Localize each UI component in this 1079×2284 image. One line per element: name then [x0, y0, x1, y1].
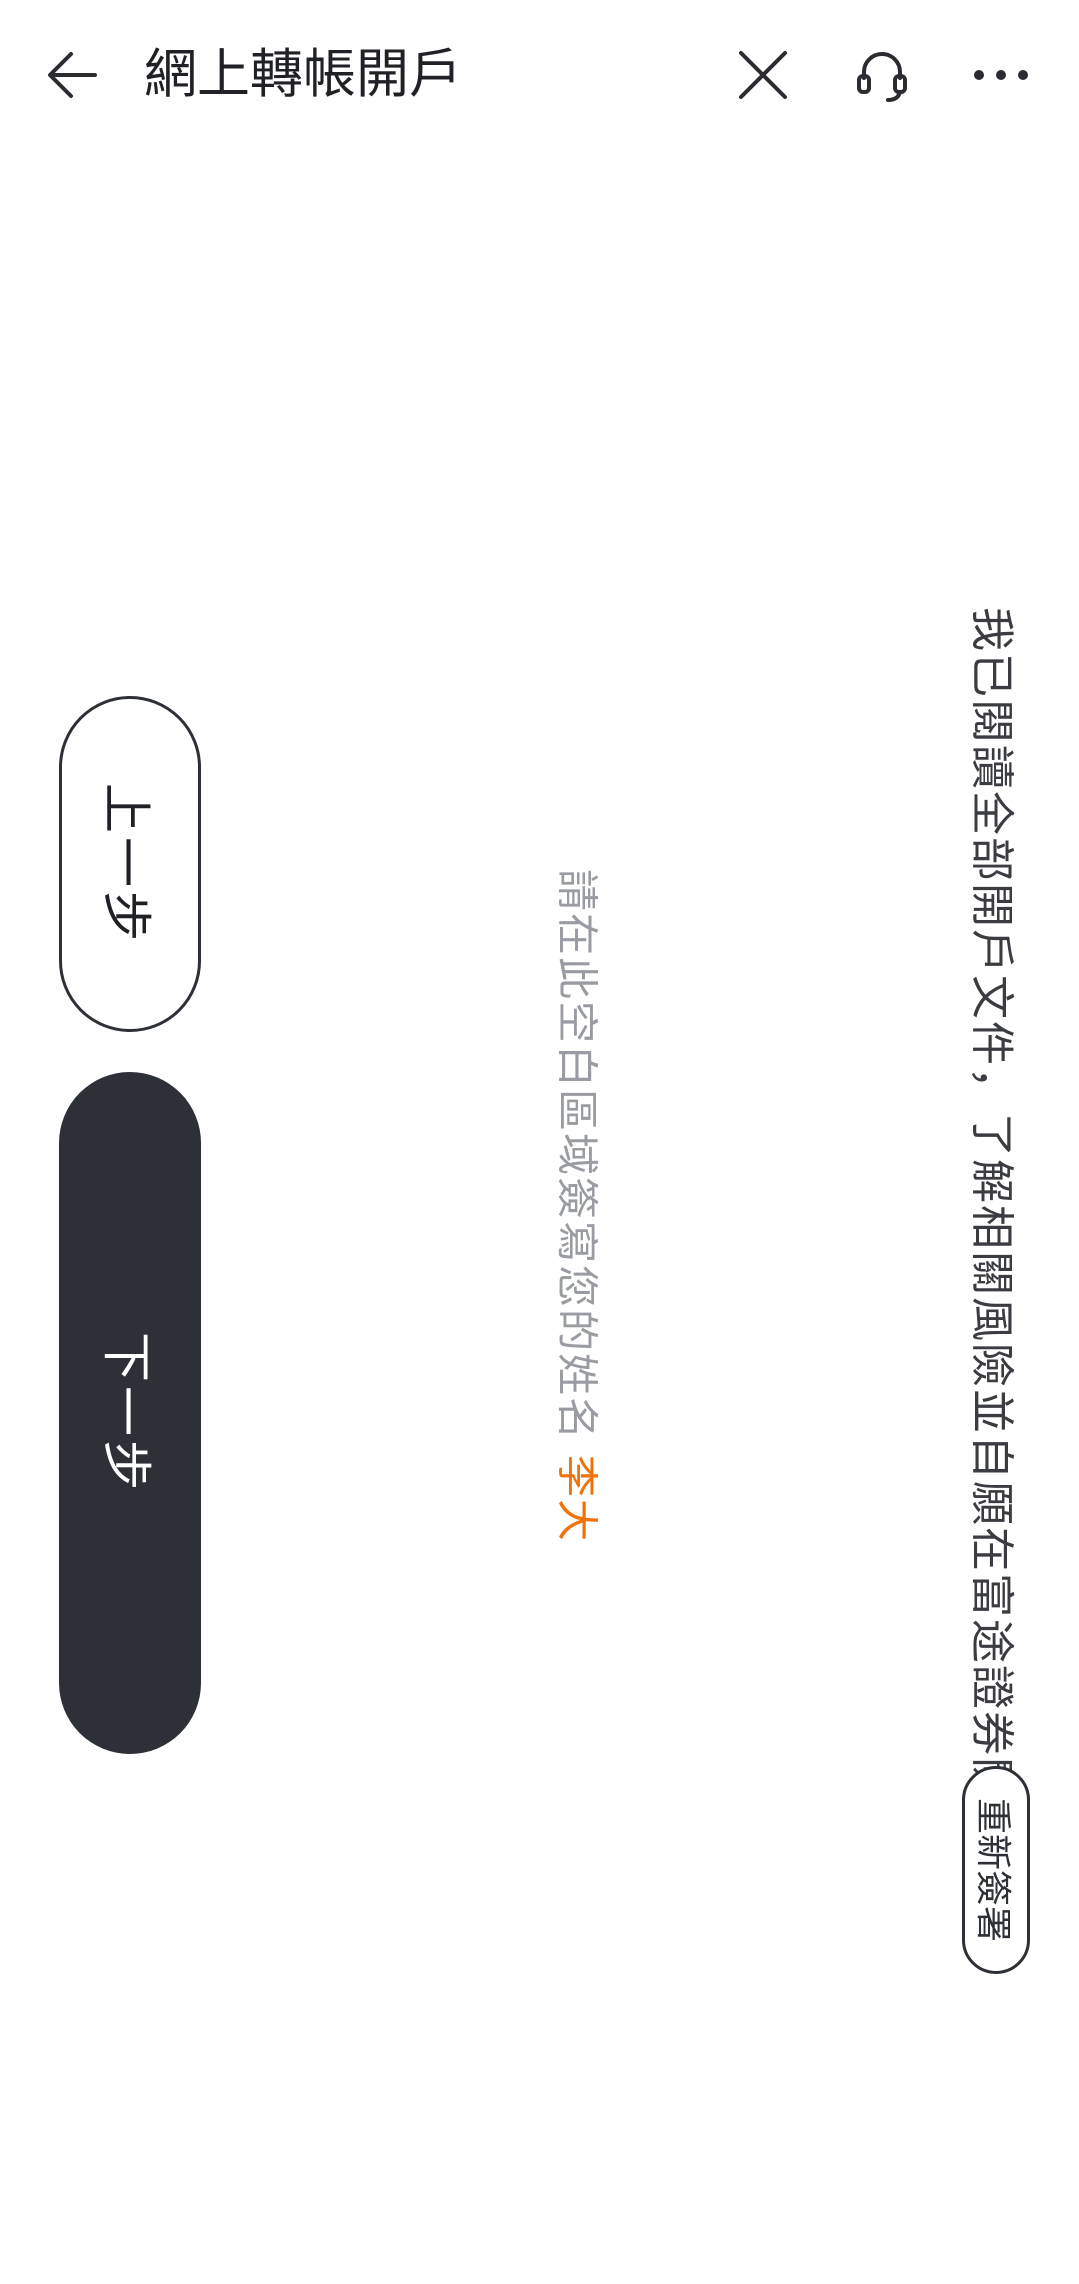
signature-hint: 請在此空白區域簽寫您的姓名 [552, 868, 602, 1441]
arrow-left-icon [48, 52, 97, 98]
top-bar: 網上轉帳開戶 [0, 0, 1079, 150]
resign-button[interactable]: 重新簽署 [962, 1766, 1030, 1974]
signature-name: 李大 [552, 1455, 602, 1544]
agreement-statement: 我已閱讀全部開戶文件，了解相關風險並自願在富途證券開戶 [966, 607, 1017, 1849]
headset-icon [857, 52, 907, 102]
signature-page: 網上轉帳開戶 我已閱讀全部開戶文件，了解相關風險並自願在富途證券開戶 重新簽署 [0, 0, 1079, 2284]
more-button[interactable] [966, 40, 1036, 110]
back-button[interactable] [38, 40, 108, 110]
more-dots-icon [974, 70, 1028, 80]
previous-step-button[interactable]: 上一步 [59, 696, 201, 1032]
page-title: 網上轉帳開戶 [144, 44, 462, 105]
close-button[interactable] [728, 40, 798, 110]
signature-area[interactable]: 請在此空白區域簽寫您的姓名李大 [550, 869, 611, 1543]
customer-support-button[interactable] [846, 38, 918, 110]
next-step-button[interactable]: 下一步 [59, 1072, 201, 1754]
close-icon [739, 51, 787, 99]
